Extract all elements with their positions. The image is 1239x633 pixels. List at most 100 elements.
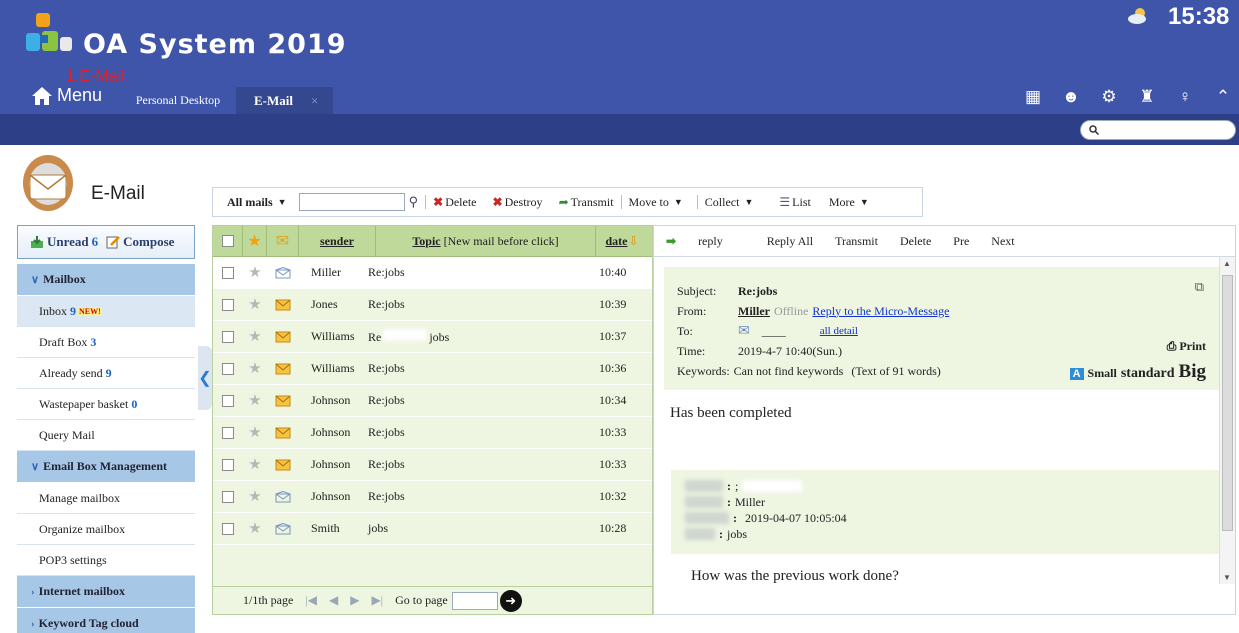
star-icon[interactable]: ★: [243, 391, 267, 410]
transmit-button[interactable]: ➦ Transmit: [559, 195, 614, 210]
mail-row[interactable]: ★ Williams Re jobs 10:37: [213, 321, 652, 353]
global-search[interactable]: [1080, 120, 1236, 140]
goto-page-input[interactable]: [451, 591, 498, 610]
nav-group-email-box-management[interactable]: ∨ Email Box Management: [17, 451, 195, 483]
filter-dropdown[interactable]: All mails ▼: [227, 195, 287, 210]
sidebar-item-inbox[interactable]: Inbox 9 NEW!: [17, 296, 195, 327]
sidebar-item-manage-mailbox[interactable]: Manage mailbox: [17, 483, 195, 514]
sort-topic[interactable]: Topic: [412, 234, 440, 249]
star-col[interactable]: ★: [243, 226, 267, 256]
row-checkbox[interactable]: [222, 426, 234, 439]
delete-button[interactable]: ✖ Delete: [433, 195, 476, 210]
transmit-mail-button[interactable]: Transmit: [835, 234, 878, 249]
move-to-dropdown[interactable]: Move to ▼: [629, 195, 683, 210]
gear-icon[interactable]: ⚙: [1096, 84, 1122, 110]
prev-mail-button[interactable]: Pre: [953, 234, 969, 249]
users-icon[interactable]: ☻: [1058, 84, 1084, 110]
first-page-icon[interactable]: |◀: [305, 593, 317, 608]
row-checkbox[interactable]: [222, 330, 234, 343]
select-all-col[interactable]: [213, 226, 243, 256]
sidebar-collapse-handle[interactable]: ❮: [198, 346, 212, 410]
select-all-checkbox[interactable]: [221, 235, 234, 247]
sidebar-item-organize-mailbox[interactable]: Organize mailbox: [17, 514, 195, 545]
font-big-button[interactable]: Big: [1179, 361, 1206, 383]
star-icon[interactable]: ★: [243, 295, 267, 314]
prev-page-icon[interactable]: ◀: [329, 593, 338, 608]
reply-micro-message-link[interactable]: Reply to the Micro-Message: [812, 304, 949, 319]
mail-row[interactable]: ★ Johnson Re:jobs 10:34: [213, 385, 652, 417]
reply-button[interactable]: ➡ reply: [666, 234, 745, 249]
menu-button[interactable]: Menu: [31, 85, 102, 106]
search-icon[interactable]: ⚲: [409, 194, 419, 210]
date-col[interactable]: date ⇩: [596, 226, 648, 256]
star-icon[interactable]: ★: [243, 455, 267, 474]
tab-personal-desktop[interactable]: Personal Desktop: [123, 87, 233, 114]
delete-mail-button[interactable]: Delete: [900, 234, 931, 249]
mail-row[interactable]: ★ Jones Re:jobs 10:39: [213, 289, 652, 321]
nav-group-internet-mailbox[interactable]: › Internet mailbox: [17, 576, 195, 608]
key-icon[interactable]: ♀: [1172, 84, 1198, 110]
all-detail-link[interactable]: all detail: [820, 325, 858, 337]
scroll-up-icon[interactable]: ▲: [1223, 259, 1231, 268]
collapse-icon[interactable]: ⌃: [1210, 84, 1236, 110]
scroll-thumb[interactable]: [1222, 275, 1233, 531]
reply-all-button[interactable]: Reply All: [767, 234, 813, 249]
more-dropdown[interactable]: More ▼: [829, 195, 869, 210]
list-view-button[interactable]: ☰ List: [779, 195, 810, 210]
nav-group-keyword-tag-cloud[interactable]: › Keyword Tag cloud: [17, 608, 195, 633]
unread-button[interactable]: Unread 6: [30, 234, 98, 250]
row-checkbox[interactable]: [222, 266, 234, 279]
compose-button[interactable]: Compose: [106, 234, 174, 250]
sort-date[interactable]: date: [605, 234, 627, 249]
star-icon[interactable]: ★: [243, 423, 267, 442]
star-icon[interactable]: ★: [243, 327, 267, 346]
next-mail-button[interactable]: Next: [991, 234, 1014, 249]
sidebar-item-query-mail[interactable]: Query Mail: [17, 420, 195, 451]
from-name[interactable]: Miller: [738, 304, 770, 319]
row-checkbox[interactable]: [222, 458, 234, 471]
mail-row[interactable]: ★ Johnson Re:jobs 10:33: [213, 449, 652, 481]
sidebar-item-wastepaper-basket[interactable]: Wastepaper basket 0: [17, 389, 195, 420]
sender-col[interactable]: sender: [299, 226, 376, 256]
reader-scrollbar[interactable]: ▲ ▼: [1219, 257, 1235, 584]
global-search-input[interactable]: [1103, 124, 1223, 136]
shirt-icon[interactable]: ♜: [1134, 84, 1160, 110]
star-icon[interactable]: ★: [243, 359, 267, 378]
read-status-col[interactable]: ✉: [267, 226, 299, 256]
nav-group-mailbox[interactable]: ∨ Mailbox: [17, 264, 195, 296]
go-button[interactable]: ➜: [499, 589, 522, 612]
collect-dropdown[interactable]: Collect ▼: [705, 195, 754, 210]
mail-row[interactable]: ★ Smith jobs 10:28: [213, 513, 652, 545]
sidebar-item-already-send[interactable]: Already send 9: [17, 358, 195, 389]
apps-icon[interactable]: ▦: [1020, 84, 1046, 110]
mail-search-input[interactable]: [298, 193, 405, 211]
font-small-button[interactable]: Small: [1088, 366, 1117, 381]
star-icon[interactable]: ★: [243, 263, 267, 282]
mail-row[interactable]: ★ Johnson Re:jobs 10:33: [213, 417, 652, 449]
row-checkbox[interactable]: [222, 394, 234, 407]
font-standard-button[interactable]: standard: [1121, 366, 1175, 382]
row-checkbox[interactable]: [222, 522, 234, 535]
topic-col[interactable]: Topic [New mail before click]: [376, 226, 596, 256]
mail-row[interactable]: ★ Johnson Re:jobs 10:32: [213, 481, 652, 513]
sidebar-item-pop3-settings[interactable]: POP3 settings: [17, 545, 195, 576]
row-checkbox[interactable]: [222, 490, 234, 503]
print-button[interactable]: ⎙ Print: [1167, 339, 1206, 354]
star-icon[interactable]: ★: [243, 519, 267, 538]
caret-down-icon: ▼: [673, 197, 683, 207]
mail-row[interactable]: ★ Williams Re:jobs 10:36: [213, 353, 652, 385]
row-checkbox[interactable]: [222, 298, 234, 311]
popout-icon[interactable]: ⧉: [1195, 279, 1204, 295]
next-page-icon[interactable]: ▶: [350, 593, 359, 608]
star-icon[interactable]: ★: [243, 487, 267, 506]
scroll-down-icon[interactable]: ▼: [1223, 573, 1231, 582]
reply-label: reply: [698, 233, 723, 248]
tab-close-icon[interactable]: ×: [311, 93, 318, 109]
mail-row[interactable]: ★ Miller Re:jobs 10:40: [213, 257, 652, 289]
sort-sender[interactable]: sender: [320, 234, 354, 249]
sidebar-item-draft-box[interactable]: Draft Box 3: [17, 327, 195, 358]
tab-email[interactable]: E-Mail ×: [236, 87, 333, 114]
last-page-icon[interactable]: ▶|: [371, 593, 383, 608]
row-checkbox[interactable]: [222, 362, 234, 375]
destroy-button[interactable]: ✖ Destroy: [493, 195, 543, 210]
